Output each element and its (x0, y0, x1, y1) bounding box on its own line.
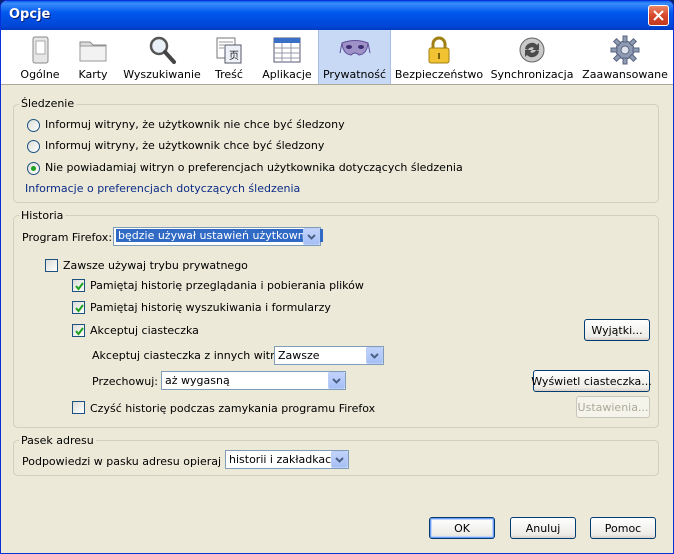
cancel-button[interactable]: Anuluj (510, 517, 576, 539)
tracking-radio-no-track[interactable] (27, 119, 40, 132)
remember-search-label: Pamiętaj historię wyszukiwania i formula… (90, 301, 331, 314)
tracking-radio-no-preference[interactable] (27, 162, 40, 175)
tab-advanced[interactable]: Zaawansowane (582, 30, 668, 84)
sync-icon (519, 37, 545, 63)
tracking-group-label: Śledzenie (19, 97, 77, 110)
padlock-icon (428, 36, 450, 64)
chevron-down-icon (328, 372, 345, 389)
tracking-info-link[interactable]: Informacje o preferencjach dotyczących ś… (25, 182, 300, 195)
clear-on-close-checkbox[interactable] (72, 401, 85, 414)
tracking-option-track-label: Informuj witryny, że użytkownik chce być… (45, 139, 325, 152)
tab-content[interactable]: 页 Treść (209, 30, 249, 84)
history-mode-label: Program Firefox: (22, 231, 113, 244)
keep-cookies-label: Przechowuj: (92, 375, 158, 388)
location-bar-suggest-label: Podpowiedzi w pasku adresu opieraj na: (22, 455, 242, 468)
accept-cookies-label: Akceptuj ciasteczka (90, 324, 199, 337)
window-title: Opcje (9, 7, 51, 22)
tab-search[interactable]: Wyszukiwanie (123, 30, 201, 84)
help-button[interactable]: Pomoc (590, 517, 656, 539)
svg-text:页: 页 (229, 50, 239, 62)
tracking-radio-track[interactable] (27, 140, 40, 153)
tracking-option-no-preference-label: Nie powiadamiaj witryn o preferencjach u… (45, 161, 463, 174)
title-bar[interactable]: Opcje (1, 1, 673, 30)
checkmark-icon (75, 282, 84, 291)
tab-general[interactable]: Ogólne (15, 30, 65, 84)
tab-security[interactable]: Bezpieczeństwo (395, 30, 483, 84)
ok-button[interactable]: OK (429, 517, 495, 539)
checkmark-icon (75, 327, 84, 336)
applications-icon (273, 37, 301, 63)
general-icon (32, 36, 49, 64)
search-icon (149, 36, 176, 64)
location-bar-suggest-select[interactable]: historii i zakładkach (225, 450, 349, 469)
keep-cookies-select[interactable]: aż wygasną (161, 371, 346, 390)
close-button[interactable] (648, 5, 669, 26)
accept-cookies-checkbox[interactable] (72, 324, 85, 337)
chevron-down-icon (303, 228, 320, 245)
show-cookies-button[interactable]: Wyświetl ciasteczka... (531, 370, 652, 392)
clear-settings-button[interactable]: Ustawienia... (576, 396, 650, 418)
remember-browsing-checkbox[interactable] (72, 279, 85, 292)
tab-tabs[interactable]: Karty (71, 30, 115, 84)
remember-search-checkbox[interactable] (72, 301, 85, 314)
close-icon (653, 10, 664, 21)
history-group (13, 215, 659, 428)
tab-sync[interactable]: Synchronizacja (491, 30, 573, 84)
location-bar-group-label: Pasek adresu (19, 434, 96, 447)
gear-icon (610, 35, 640, 65)
private-mode-label: Zawsze używaj trybu prywatnego (63, 259, 248, 272)
remember-browsing-label: Pamiętaj historię przeglądania i pobiera… (90, 279, 364, 292)
private-mode-checkbox[interactable] (45, 259, 58, 272)
third-party-cookies-select[interactable]: Zawsze (274, 346, 384, 365)
options-window: Opcje Ogólne Karty Wyszukiwanie 页 Treść … (0, 0, 674, 554)
content-icon: 页 (216, 37, 242, 64)
clear-on-close-label: Czyść historię podczas zamykania program… (90, 402, 376, 415)
tab-applications[interactable]: Aplikacje (261, 30, 313, 84)
privacy-mask-icon (339, 40, 370, 56)
cookie-exceptions-button[interactable]: Wyjątki... (584, 319, 650, 341)
tracking-option-no-track-label: Informuj witryny, że użytkownik nie chce… (45, 118, 345, 131)
history-mode-select[interactable]: będzie używał ustawień użytkownika (113, 227, 323, 246)
tab-privacy[interactable]: Prywatność (318, 30, 391, 84)
chevron-down-icon (331, 451, 348, 468)
chevron-down-icon (366, 347, 383, 364)
category-toolbar: Ogólne Karty Wyszukiwanie 页 Treść Aplika… (1, 30, 673, 85)
checkmark-icon (75, 304, 84, 313)
third-party-cookies-label: Akceptuj ciasteczka z innych witryn: (92, 349, 292, 362)
history-group-label: Historia (19, 209, 66, 222)
tabs-icon (79, 41, 107, 62)
